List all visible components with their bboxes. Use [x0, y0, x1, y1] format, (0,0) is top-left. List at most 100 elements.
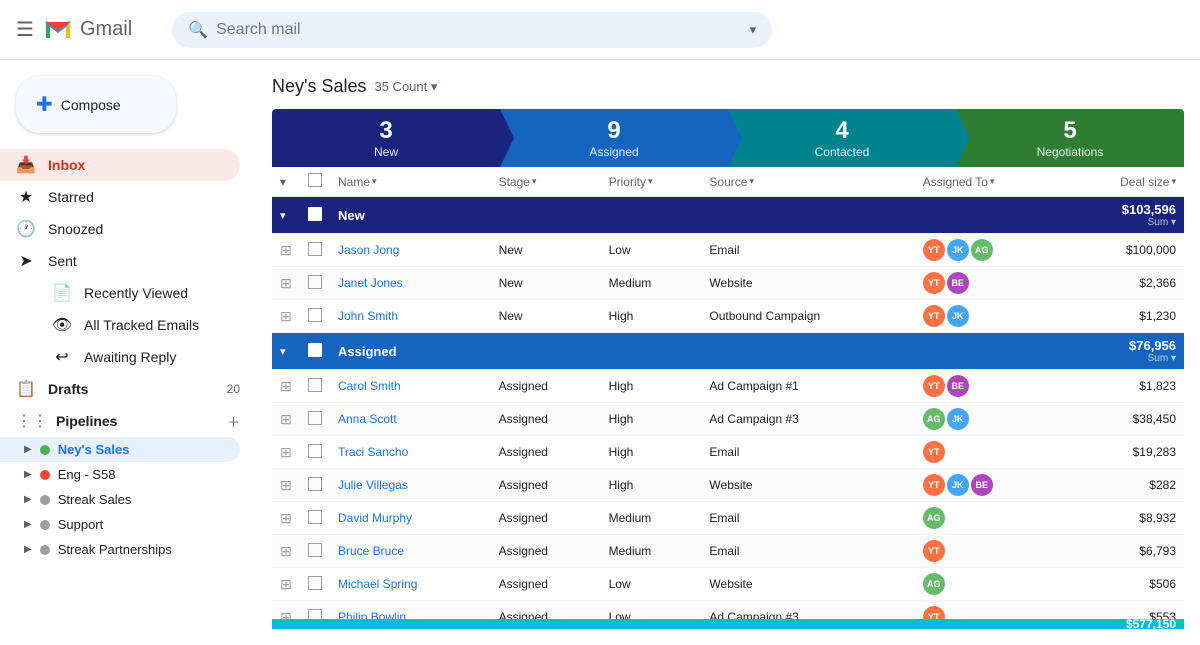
row-checkbox[interactable] [300, 568, 330, 601]
sidebar-item-starred[interactable]: ★ Starred [0, 181, 240, 213]
table-row: ⊞ Anna Scott Assigned High Ad Campaign #… [272, 403, 1184, 436]
sidebar-item-awaiting[interactable]: ↩ Awaiting Reply [48, 341, 240, 373]
row-name[interactable]: David Murphy [330, 502, 491, 535]
inbox-label: Inbox [48, 157, 85, 173]
group-toggle[interactable]: ▾ [272, 333, 300, 370]
contacted-sum-bar: $577,150 [272, 619, 1184, 629]
row-name[interactable]: Carol Smith [330, 370, 491, 403]
avatar: JK [947, 239, 969, 261]
pipelines-add-icon[interactable]: ＋ [227, 412, 240, 431]
row-deal-size: $100,000 [1063, 234, 1184, 267]
group-checkbox[interactable] [308, 343, 322, 357]
table-header-row: ▾ Name ▾ Stage ▾ Priority ▾ [272, 167, 1184, 197]
table-row: ⊞ Philip Bowlin Assigned Low Ad Campaign… [272, 601, 1184, 620]
search-dropdown-icon[interactable]: ▾ [750, 22, 757, 38]
awaiting-label: Awaiting Reply [84, 349, 176, 365]
row-checkbox[interactable] [300, 502, 330, 535]
row-name[interactable]: Michael Spring [330, 568, 491, 601]
row-assignees: YTJKAG [915, 234, 1063, 267]
stage-negotiations[interactable]: 5 Negotiations [956, 109, 1184, 167]
pipeline-dot [40, 495, 50, 505]
th-checkbox[interactable] [300, 167, 330, 197]
search-icon: 🔍 [188, 20, 208, 40]
row-checkbox[interactable] [300, 370, 330, 403]
row-name[interactable]: Philip Bowlin [330, 601, 491, 620]
row-name[interactable]: Jason Jong [330, 234, 491, 267]
row-checkbox[interactable] [300, 300, 330, 333]
row-assignees: YTJK [915, 300, 1063, 333]
table-row: ⊞ Carol Smith Assigned High Ad Campaign … [272, 370, 1184, 403]
avatar: BE [971, 474, 993, 496]
eye-icon: 👁 [52, 315, 72, 335]
group-checkbox[interactable] [308, 207, 322, 221]
sidebar-item-inbox[interactable]: 📥 Inbox [0, 149, 240, 181]
th-sort[interactable]: ▾ [272, 167, 300, 197]
menu-icon[interactable]: ☰ [16, 17, 34, 42]
sidebar-item-recently-viewed[interactable]: 📄 Recently Viewed [48, 277, 240, 309]
stage-assigned[interactable]: 9 Assigned [500, 109, 728, 167]
row-expand-icon[interactable]: ⊞ [272, 403, 300, 436]
compose-button[interactable]: ✚ Compose [16, 76, 176, 133]
stage-contacted[interactable]: 4 Contacted [728, 109, 956, 167]
row-name[interactable]: Traci Sancho [330, 436, 491, 469]
row-expand-icon[interactable]: ⊞ [272, 234, 300, 267]
pipeline-item-neys-sales[interactable]: ▶ Ney's Sales [0, 437, 240, 462]
th-source[interactable]: Source ▾ [701, 167, 914, 197]
pipeline-item-eng-s58[interactable]: ▶ Eng - S58 [0, 462, 240, 487]
sidebar-item-sent[interactable]: ➤ Sent [0, 245, 240, 277]
row-expand-icon[interactable]: ⊞ [272, 267, 300, 300]
row-expand-icon[interactable]: ⊞ [272, 601, 300, 620]
row-name[interactable]: Janet Jones [330, 267, 491, 300]
group-toggle[interactable]: ▾ [272, 197, 300, 234]
row-checkbox[interactable] [300, 601, 330, 620]
row-name[interactable]: Anna Scott [330, 403, 491, 436]
pipeline-item-support[interactable]: ▶ Support [0, 512, 240, 537]
row-assignees: YT [915, 436, 1063, 469]
avatar: AG [923, 507, 945, 529]
row-checkbox[interactable] [300, 267, 330, 300]
row-name[interactable]: John Smith [330, 300, 491, 333]
row-checkbox[interactable] [300, 234, 330, 267]
avatar: YT [923, 606, 945, 619]
th-priority[interactable]: Priority ▾ [601, 167, 702, 197]
table-row: ⊞ David Murphy Assigned Medium Email AG … [272, 502, 1184, 535]
sidebar-item-all-tracked[interactable]: 👁 All Tracked Emails [48, 309, 240, 341]
row-priority: High [601, 370, 702, 403]
pipeline-item-streak-partnerships[interactable]: ▶ Streak Partnerships [0, 537, 240, 562]
pipeline-item-streak-sales[interactable]: ▶ Streak Sales [0, 487, 240, 512]
th-stage[interactable]: Stage ▾ [491, 167, 601, 197]
row-expand-icon[interactable]: ⊞ [272, 568, 300, 601]
search-input[interactable] [216, 21, 742, 39]
stage-new[interactable]: 3 New [272, 109, 500, 167]
avatar: BE [947, 272, 969, 294]
pipeline-arrow-icon: ▶ [24, 469, 32, 480]
pipeline-streak-sales-label: Streak Sales [58, 492, 132, 507]
th-deal-size[interactable]: Deal size ▾ [1063, 167, 1184, 197]
drafts-count: 20 [227, 382, 240, 396]
row-checkbox[interactable] [300, 535, 330, 568]
count-badge[interactable]: 35 Count ▾ [374, 79, 437, 95]
row-expand-icon[interactable]: ⊞ [272, 436, 300, 469]
row-expand-icon[interactable]: ⊞ [272, 502, 300, 535]
th-assigned-to[interactable]: Assigned To ▾ [915, 167, 1063, 197]
row-checkbox[interactable] [300, 403, 330, 436]
row-checkbox[interactable] [300, 436, 330, 469]
row-expand-icon[interactable]: ⊞ [272, 535, 300, 568]
row-expand-icon[interactable]: ⊞ [272, 300, 300, 333]
row-name[interactable]: Bruce Bruce [330, 535, 491, 568]
sidebar-item-snoozed[interactable]: 🕐 Snoozed [0, 213, 240, 245]
stage-negotiations-label: Negotiations [1037, 145, 1104, 159]
sidebar-item-drafts[interactable]: 📋 Drafts 20 [0, 373, 256, 405]
row-assignees: AG [915, 568, 1063, 601]
row-expand-icon[interactable]: ⊞ [272, 469, 300, 502]
pipeline-dot [40, 545, 50, 555]
row-name[interactable]: Julie Villegas [330, 469, 491, 502]
row-expand-icon[interactable]: ⊞ [272, 370, 300, 403]
row-stage: Assigned [491, 601, 601, 620]
th-name[interactable]: Name ▾ [330, 167, 491, 197]
avatar: YT [923, 305, 945, 327]
row-source: Email [701, 436, 914, 469]
stage-negotiations-count: 5 [1063, 117, 1076, 145]
pipeline-arrow-icon: ▶ [24, 519, 32, 530]
row-checkbox[interactable] [300, 469, 330, 502]
